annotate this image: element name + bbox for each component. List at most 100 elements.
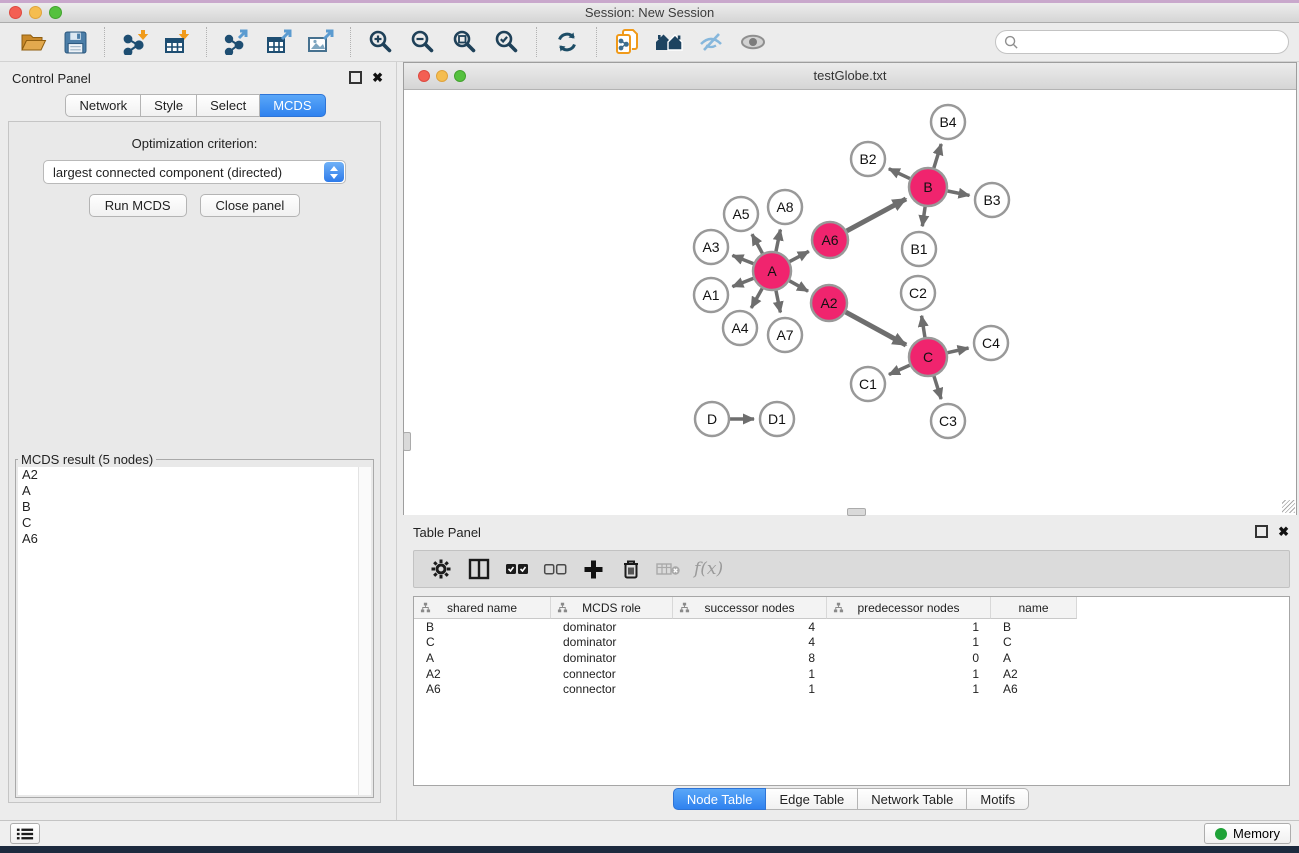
table-panel-title: Table Panel: [413, 525, 481, 540]
delete-column-button[interactable]: [612, 553, 650, 585]
column-header-predecessor-nodes[interactable]: predecessor nodes: [827, 597, 991, 619]
edge-A-A2[interactable]: [789, 281, 808, 291]
hide-panel-button[interactable]: [694, 26, 728, 58]
edge-A-A6[interactable]: [790, 251, 809, 261]
refresh-button[interactable]: [550, 26, 584, 58]
tab-style[interactable]: Style: [141, 94, 197, 117]
edge-C-C1[interactable]: [889, 365, 910, 374]
import-network-button[interactable]: [118, 26, 152, 58]
network-zoom-button[interactable]: [454, 70, 466, 82]
run-mcds-button[interactable]: Run MCDS: [89, 194, 187, 217]
result-list-item[interactable]: A2: [18, 467, 359, 483]
minimize-window-button[interactable]: [29, 6, 42, 19]
function-builder-button[interactable]: f(x): [694, 559, 723, 579]
column-view-button[interactable]: [460, 553, 498, 585]
network-canvas[interactable]: B4B2BB3A8A5A6B1A3AC2A1A2A4A7C4CC1C3DD1: [404, 90, 1296, 515]
edge-A-A3[interactable]: [732, 255, 753, 263]
select-all-checkboxes-button[interactable]: [498, 553, 536, 585]
result-list-item[interactable]: C: [18, 515, 359, 531]
tab-network-table[interactable]: Network Table: [858, 788, 967, 810]
edge-B-B3[interactable]: [948, 191, 970, 195]
duplicate-network-button[interactable]: [610, 26, 644, 58]
export-network-icon: [224, 29, 251, 55]
import-network-icon: [122, 29, 149, 55]
node-label-B: B: [923, 179, 932, 195]
node-label-C: C: [923, 349, 933, 365]
table-cell: A6: [414, 682, 551, 696]
network-window-titlebar[interactable]: testGlobe.txt: [404, 63, 1296, 90]
tab-motifs[interactable]: Motifs: [967, 788, 1029, 810]
edge-A2-C[interactable]: [846, 312, 906, 345]
tab-edge-table[interactable]: Edge Table: [766, 788, 858, 810]
zoom-fit-button[interactable]: [448, 26, 482, 58]
table-settings-button[interactable]: [422, 553, 460, 585]
edge-C-C2[interactable]: [922, 316, 925, 338]
table-row[interactable]: A2connector11A2: [414, 666, 1289, 682]
table-row[interactable]: Bdominator41B: [414, 619, 1289, 635]
criterion-value: largest connected component (directed): [53, 165, 282, 180]
show-panel-button[interactable]: [736, 26, 770, 58]
add-column-button[interactable]: [574, 553, 612, 585]
table-row[interactable]: Adominator80A: [414, 650, 1289, 666]
export-image-button[interactable]: [304, 26, 338, 58]
memory-button[interactable]: Memory: [1204, 823, 1291, 844]
edge-B-B4[interactable]: [934, 144, 941, 168]
clear-checkboxes-button[interactable]: [536, 553, 574, 585]
column-header-name[interactable]: name: [991, 597, 1077, 619]
close-panel-button[interactable]: Close panel: [200, 194, 301, 217]
search-input[interactable]: [1023, 32, 1288, 52]
zoom-out-button[interactable]: [406, 26, 440, 58]
zoom-out-icon: [410, 29, 436, 55]
open-session-button[interactable]: [16, 26, 50, 58]
import-table-button[interactable]: [160, 26, 194, 58]
result-list-item[interactable]: B: [18, 499, 359, 515]
edge-B-B2[interactable]: [889, 169, 910, 179]
result-list-item[interactable]: A6: [18, 531, 359, 547]
splitter-handle[interactable]: [847, 508, 866, 516]
network-close-button[interactable]: [418, 70, 430, 82]
edge-A-A1[interactable]: [732, 278, 753, 286]
tab-network[interactable]: Network: [65, 94, 141, 117]
close-panel-icon[interactable]: ✖: [372, 72, 383, 83]
float-panel-icon[interactable]: [349, 71, 362, 84]
float-panel-icon[interactable]: [1255, 525, 1268, 538]
close-window-button[interactable]: [9, 6, 22, 19]
save-session-button[interactable]: [58, 26, 92, 58]
delete-table-button[interactable]: [650, 553, 688, 585]
edge-A6-B[interactable]: [847, 199, 906, 231]
network-graph[interactable]: B4B2BB3A8A5A6B1A3AC2A1A2A4A7C4CC1C3DD1: [404, 90, 1296, 515]
task-history-button[interactable]: [10, 823, 40, 844]
tab-node-table[interactable]: Node Table: [673, 788, 767, 810]
export-table-button[interactable]: [262, 26, 296, 58]
edge-C-C4[interactable]: [948, 348, 969, 353]
edge-B-B1[interactable]: [922, 207, 925, 226]
column-header-MCDS-role[interactable]: MCDS role: [551, 597, 673, 619]
zoom-selected-button[interactable]: [490, 26, 524, 58]
column-header-shared-name[interactable]: shared name: [414, 597, 551, 619]
criterion-dropdown[interactable]: largest connected component (directed): [43, 160, 346, 184]
tab-select[interactable]: Select: [197, 94, 260, 117]
table-cell: C: [991, 635, 1077, 649]
zoom-window-button[interactable]: [49, 6, 62, 19]
edge-A-A5[interactable]: [752, 234, 762, 253]
home-button[interactable]: [652, 26, 686, 58]
edge-A-A8[interactable]: [776, 230, 780, 252]
panel-splitter[interactable]: [396, 62, 397, 820]
edge-A-A7[interactable]: [776, 291, 780, 313]
table-row[interactable]: A6connector11A6: [414, 681, 1289, 697]
column-header-successor-nodes[interactable]: successor nodes: [673, 597, 827, 619]
mcds-result-list[interactable]: A2ABCA6: [18, 467, 359, 795]
edge-A-A4[interactable]: [751, 288, 762, 308]
close-panel-icon[interactable]: ✖: [1278, 526, 1289, 537]
edge-C-C3[interactable]: [934, 376, 941, 399]
export-network-button[interactable]: [220, 26, 254, 58]
table-row[interactable]: Cdominator41C: [414, 635, 1289, 651]
zoom-in-button[interactable]: [364, 26, 398, 58]
node-table[interactable]: shared nameMCDS rolesuccessor nodesprede…: [413, 596, 1290, 786]
result-scrollbar[interactable]: [358, 467, 371, 795]
network-minimize-button[interactable]: [436, 70, 448, 82]
resize-grip-icon[interactable]: [1282, 500, 1295, 513]
splitter-handle[interactable]: [403, 432, 411, 451]
tab-mcds[interactable]: MCDS: [260, 94, 325, 117]
result-list-item[interactable]: A: [18, 483, 359, 499]
